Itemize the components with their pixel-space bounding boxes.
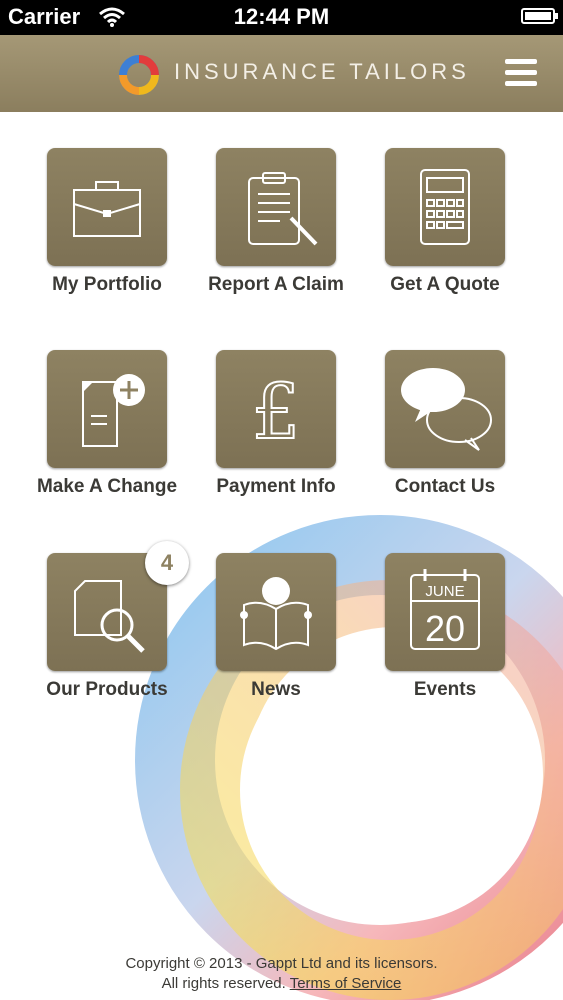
rights-line: All rights reserved. Terms of Service (0, 974, 563, 994)
battery-icon (521, 8, 558, 24)
header-bar: INSURANCE TAILORS (0, 35, 563, 112)
terms-of-service-link[interactable]: Terms of Service (290, 975, 402, 992)
tile-news[interactable]: News (191, 553, 361, 702)
brand-name: INSURANCE TAILORS (174, 59, 470, 84)
logo-icon (119, 55, 159, 95)
pound-sign-icon[interactable]: £ (216, 350, 336, 468)
tile-get-a-quote[interactable]: Get A Quote (360, 148, 530, 297)
briefcase-icon[interactable] (47, 148, 167, 266)
tile-contact-us[interactable]: Contact Us (360, 350, 530, 499)
calendar-icon[interactable]: JUNE 20 (385, 553, 505, 671)
footer: Copyright © 2013 - Gappt Ltd and its lic… (0, 954, 563, 994)
tile-label: Report A Claim (208, 274, 344, 295)
tile-label: Get A Quote (390, 274, 500, 295)
tile-label: Our Products (46, 679, 168, 700)
tile-payment-info[interactable]: £ Payment Info (191, 350, 361, 499)
tile-label: Events (413, 679, 477, 700)
tile-label: Payment Info (216, 476, 336, 497)
calculator-icon[interactable] (385, 148, 505, 266)
calendar-month: JUNE (425, 583, 464, 600)
document-search-icon[interactable]: 4 (47, 541, 189, 671)
tile-label: News (251, 679, 301, 700)
calendar-day: 20 (425, 608, 465, 649)
tile-report-a-claim[interactable]: Report A Claim (191, 148, 361, 297)
tile-my-portfolio[interactable]: My Portfolio (22, 148, 192, 297)
copyright-text: Copyright © 2013 - Gappt Ltd and its lic… (125, 955, 438, 972)
tile-events[interactable]: JUNE 20 Events (360, 553, 530, 702)
speech-bubbles-icon[interactable] (385, 350, 505, 468)
tile-make-a-change[interactable]: Make A Change (22, 350, 192, 499)
notification-badge: 4 (145, 541, 189, 585)
rights-text: All rights reserved. (161, 975, 286, 992)
tile-label: Contact Us (394, 476, 496, 497)
clock: 12:44 PM (233, 4, 330, 29)
status-bar: Carrier 12:44 PM (0, 0, 563, 35)
reader-icon[interactable] (216, 553, 336, 671)
tile-label: Make A Change (36, 476, 178, 497)
svg-text:£: £ (252, 367, 300, 456)
hamburger-menu-icon[interactable] (505, 59, 537, 87)
tile-label: My Portfolio (52, 274, 162, 295)
tile-our-products[interactable]: 4 Our Products (22, 541, 192, 702)
clipboard-pen-icon[interactable] (216, 148, 336, 266)
document-add-icon[interactable] (47, 350, 167, 468)
